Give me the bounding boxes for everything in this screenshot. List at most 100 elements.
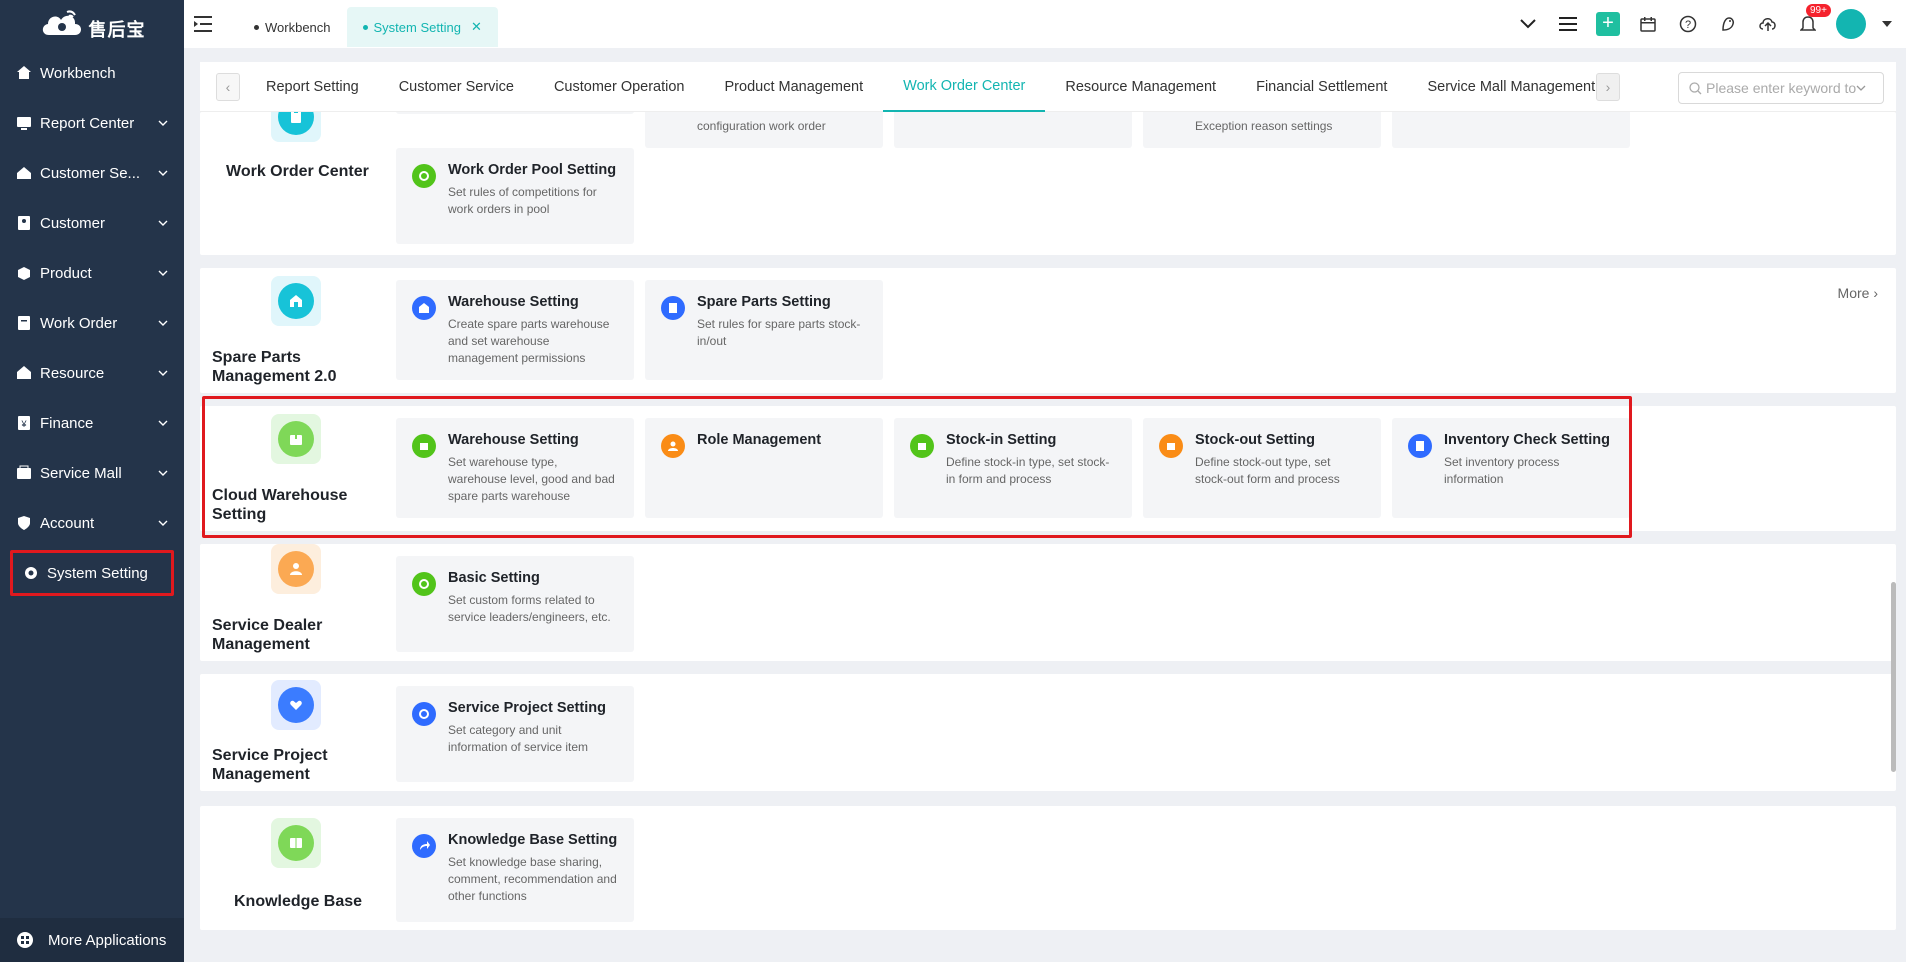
card-title: Work Order Pool Setting <box>448 162 617 178</box>
sidebar-item-customer[interactable]: Customer <box>0 198 184 248</box>
gear-icon <box>412 572 436 596</box>
card-partial[interactable]: Exception reason settings <box>1143 112 1381 148</box>
logo-text: 售后宝 <box>88 20 146 40</box>
card-warehouse-setting[interactable]: Warehouse Setting Create spare parts war… <box>396 280 634 380</box>
card-work-order-pool-setting[interactable]: Work Order Pool Setting Set rules of com… <box>396 148 634 244</box>
sidebar-item-report-center[interactable]: Report Center <box>0 98 184 148</box>
tab-service-mall-management[interactable]: Service Mall Management <box>1407 62 1615 112</box>
logo[interactable]: 售后宝 <box>0 0 184 48</box>
tab-label: Workbench <box>265 19 331 35</box>
section-spare-parts: Spare Parts Management 2.0 Warehouse Set… <box>200 268 1896 393</box>
sidebar-item-account[interactable]: Account <box>0 498 184 548</box>
avatar-dropdown-icon[interactable] <box>1882 20 1892 28</box>
help-icon[interactable]: ? <box>1676 12 1700 36</box>
cloud-logo-icon <box>42 10 81 35</box>
more-applications-button[interactable]: More Applications <box>0 918 184 962</box>
tab-financial-settlement[interactable]: Financial Settlement <box>1236 62 1407 112</box>
section-title: Knowledge Base <box>234 893 363 910</box>
chevron-down-icon[interactable] <box>158 518 168 528</box>
sidebar-item-product[interactable]: Product <box>0 248 184 298</box>
sidebar-item-label: Finance <box>40 414 94 432</box>
chevron-down-icon[interactable] <box>1856 85 1866 92</box>
card-partial[interactable] <box>1392 112 1630 148</box>
search-box[interactable] <box>1678 72 1884 104</box>
tab-workbench[interactable]: Workbench <box>238 7 347 47</box>
calendar-icon[interactable] <box>1636 12 1660 36</box>
sidebar-item-system-setting[interactable]: System Setting <box>10 550 174 596</box>
sidebar-item-label: Account <box>40 514 95 532</box>
section-icon-wrap <box>271 544 321 594</box>
add-button[interactable]: + <box>1596 12 1620 36</box>
section-knowledge-base: Knowledge Base Knowledge Base Setting Se… <box>200 806 1896 930</box>
notification-badge: 99+ <box>1806 4 1831 17</box>
section-icon-wrap <box>271 818 321 868</box>
close-icon[interactable]: ✕ <box>471 19 482 35</box>
notification-bell-icon[interactable]: 99+ <box>1796 4 1831 36</box>
chevron-down-icon[interactable] <box>158 318 168 328</box>
apps-grid-icon <box>17 932 33 948</box>
tab-product-management[interactable]: Product Management <box>705 62 884 112</box>
sidebar-item-customer-se[interactable]: Customer Se... <box>0 148 184 198</box>
sidebar-item-service-mall[interactable]: Service Mall <box>0 448 184 498</box>
card-desc: configuration work order <box>697 119 826 133</box>
section-icon-wrap <box>271 276 321 326</box>
card-desc: Set knowledge base sharing, comment, rec… <box>448 855 617 903</box>
card-desc: Exception reason settings <box>1195 119 1333 133</box>
heart-hand-icon <box>278 687 314 723</box>
cloud-upload-icon[interactable] <box>1756 12 1780 36</box>
sidebar-item-workbench[interactable]: Workbench <box>0 48 184 98</box>
chevron-down-icon[interactable] <box>1516 12 1540 36</box>
tab-customer-service[interactable]: Customer Service <box>379 62 534 112</box>
warehouse-icon <box>412 296 436 320</box>
card-knowledge-base-setting[interactable]: Knowledge Base Setting Set knowledge bas… <box>396 818 634 922</box>
sidebar-nav: Workbench Report Center Customer Se... Cust… <box>0 48 184 596</box>
tab-system-setting[interactable]: System Setting ✕ <box>346 7 498 47</box>
scrollbar[interactable] <box>1891 582 1896 772</box>
card-spare-parts-setting[interactable]: Spare Parts Setting Set rules for spare … <box>645 280 883 380</box>
chevron-down-icon[interactable] <box>158 268 168 278</box>
menu-collapse-icon[interactable] <box>194 15 216 33</box>
svg-text:?: ? <box>1685 19 1691 31</box>
card-partial[interactable]: configuration work order <box>645 112 883 148</box>
tab-customer-operation[interactable]: Customer Operation <box>534 62 705 112</box>
service-icon <box>17 167 31 179</box>
chevron-down-icon[interactable] <box>158 118 168 128</box>
more-applications-label: More Applications <box>48 931 167 949</box>
chevron-down-icon[interactable] <box>158 418 168 428</box>
list-menu-icon[interactable] <box>1556 12 1580 36</box>
search-input[interactable] <box>1706 80 1856 96</box>
more-link[interactable]: More › <box>1838 285 1878 301</box>
chevron-down-icon[interactable] <box>158 368 168 378</box>
bird-icon[interactable] <box>1716 12 1740 36</box>
section-title: Service Project Management <box>212 747 328 783</box>
svg-text:¥: ¥ <box>20 419 27 429</box>
home-icon <box>17 66 31 79</box>
chevron-down-icon[interactable] <box>158 168 168 178</box>
card-partial[interactable] <box>396 112 634 114</box>
highlight-box <box>202 396 1632 538</box>
sidebar-item-label: Resource <box>40 364 105 382</box>
customer-icon <box>18 216 30 230</box>
card-title: Service Project Setting <box>448 700 606 716</box>
sidebar-item-work-order[interactable]: Work Order <box>0 298 184 348</box>
card-service-project-setting[interactable]: Service Project Setting Set category and… <box>396 686 634 782</box>
card-basic-setting[interactable]: Basic Setting Set custom forms related t… <box>396 556 634 652</box>
sidebar: 售后宝 Workbench Report Center Customer Se...… <box>0 0 184 962</box>
scroll-left-button[interactable]: ‹ <box>216 72 240 101</box>
tab-work-order-center[interactable]: Work Order Center <box>883 62 1046 112</box>
avatar[interactable] <box>1836 9 1866 39</box>
sidebar-item-finance[interactable]: ¥ Finance <box>0 398 184 448</box>
chevron-down-icon[interactable] <box>158 218 168 228</box>
tab-resource-management[interactable]: Resource Management <box>1045 62 1236 112</box>
section-work-order-center: Work Order Center configuration work ord… <box>200 112 1896 255</box>
tab-dot <box>362 24 368 30</box>
resource-icon <box>17 366 31 379</box>
top-right-toolbar: + ? 99+ <box>1516 0 1906 48</box>
mall-icon <box>17 465 31 479</box>
tab-dot <box>254 24 259 30</box>
sidebar-item-resource[interactable]: Resource <box>0 348 184 398</box>
card-partial[interactable] <box>894 112 1132 148</box>
scroll-right-button[interactable]: › <box>1596 72 1620 101</box>
tab-report-setting[interactable]: Report Setting <box>246 62 379 112</box>
chevron-down-icon[interactable] <box>158 468 168 478</box>
